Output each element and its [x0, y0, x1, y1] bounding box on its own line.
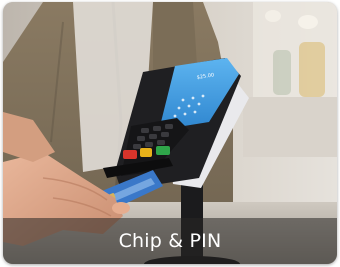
chip-and-pin-card[interactable]: $25.00 Chip & PIN [3, 2, 337, 264]
caption-bar: Chip & PIN [3, 218, 337, 264]
card-caption: Chip & PIN [118, 229, 222, 252]
